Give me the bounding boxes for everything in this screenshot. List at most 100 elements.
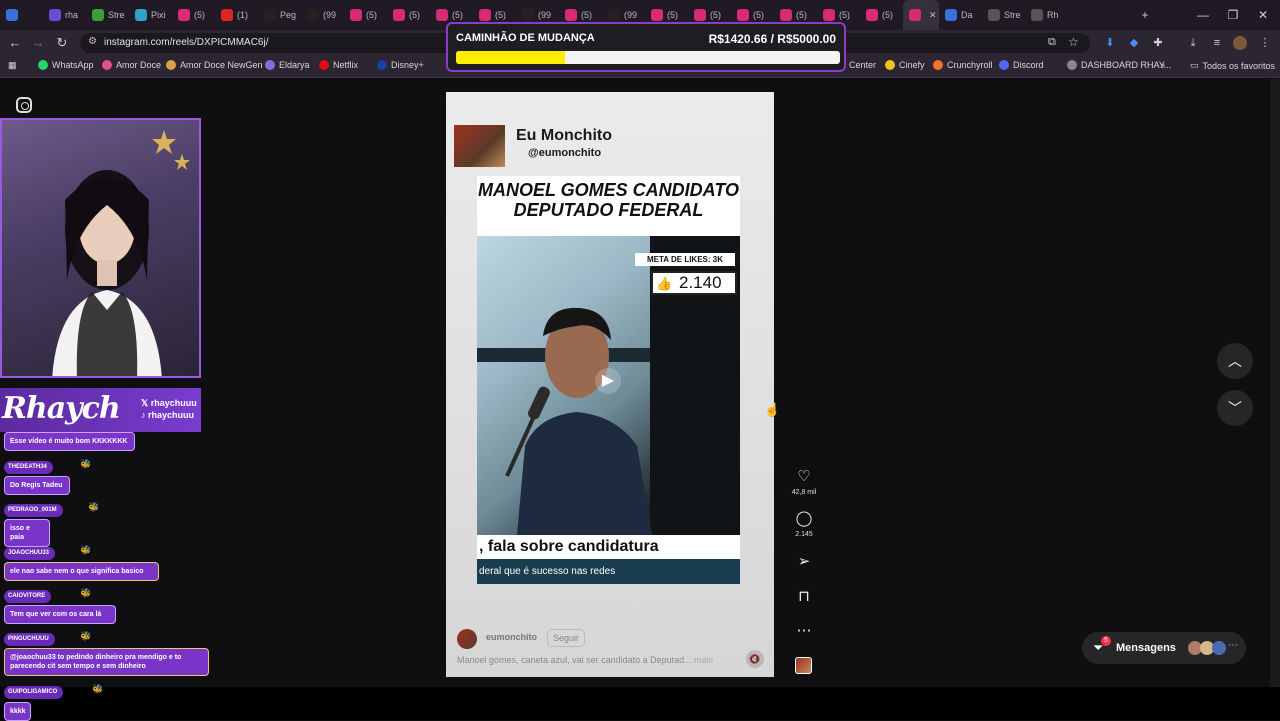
- bee-badge-icon: 🐝: [80, 631, 92, 641]
- browser-tab[interactable]: Peg: [258, 0, 301, 30]
- bookmark-icon[interactable]: ⊓: [793, 588, 815, 606]
- bee-badge-icon: 🐝: [80, 588, 92, 598]
- share-icon[interactable]: ➢: [793, 553, 815, 571]
- browser-tab[interactable]: ✕: [903, 0, 939, 30]
- new-tab-button[interactable]: +: [1130, 0, 1160, 30]
- tab-favicon-icon: [737, 9, 749, 21]
- browser-tab[interactable]: Stre: [982, 0, 1025, 30]
- chat-username: CAIOVITORE: [4, 590, 52, 603]
- browser-tab[interactable]: (5): [172, 0, 215, 30]
- bookmark-label: Cinefy: [899, 60, 925, 70]
- browser-tab[interactable]: (1): [215, 0, 258, 30]
- scrollbar[interactable]: [1270, 79, 1280, 687]
- browser-tab[interactable]: Pixi: [129, 0, 172, 30]
- comment-icon[interactable]: ◯: [793, 510, 815, 528]
- close-window-button[interactable]: ✕: [1248, 0, 1278, 30]
- bookmark-item[interactable]: Crunchyroll: [933, 60, 993, 70]
- browser-tab[interactable]: (5): [344, 0, 387, 30]
- browser-tab[interactable]: (5): [860, 0, 903, 30]
- forward-button[interactable]: →: [28, 34, 48, 52]
- reload-button[interactable]: ↻: [52, 34, 72, 52]
- puzzle-icon[interactable]: ✚: [1151, 36, 1165, 50]
- hand-cursor-icon: ☝: [764, 402, 781, 417]
- audio-thumbnail[interactable]: [795, 657, 812, 674]
- reel-video[interactable]: MANOEL GOMES CANDIDATO DEPUTADO FEDERAL …: [477, 176, 740, 584]
- tab-favicon-icon: [694, 9, 706, 21]
- footer-username[interactable]: eumonchito: [486, 632, 537, 642]
- chat-username: PINGUCHUUU: [4, 633, 55, 646]
- chevron-down-icon[interactable]: ﹀: [1217, 390, 1253, 426]
- tab-label: (5): [839, 10, 850, 20]
- media-controls-icon[interactable]: ≡: [1210, 36, 1224, 50]
- donation-goal: CAMINHÃO DE MUDANÇA R$1420.66 / R$5000.0…: [446, 22, 846, 72]
- tab-label: (5): [194, 10, 205, 20]
- url-text: instagram.com/reels/DXPICMMAC6j/: [104, 37, 269, 48]
- author-avatar[interactable]: [454, 125, 505, 167]
- bookmark-item[interactable]: Disney+: [377, 60, 424, 70]
- author-name[interactable]: Eu Monchito: [516, 127, 612, 145]
- close-tab-icon[interactable]: ✕: [929, 10, 937, 21]
- messages-button[interactable]: ⏷ 5 Mensagens ⋯: [1082, 632, 1246, 664]
- bookmark-item[interactable]: Amor Doce NewGen: [166, 60, 263, 70]
- reel-description[interactable]: Manoel gomes, caneta azul, vai ser candi…: [457, 655, 727, 665]
- bookmark-item[interactable]: DASHBOARD RHAY...: [1067, 60, 1171, 70]
- webcam-overlay: [0, 118, 201, 378]
- browser-tab[interactable]: Da: [939, 0, 982, 30]
- menu-icon[interactable]: ⋮: [1258, 36, 1272, 50]
- back-button[interactable]: ←: [5, 34, 25, 52]
- bee-badge-icon: 🐝: [80, 459, 92, 469]
- bookmark-item[interactable]: Amor Doce: [102, 60, 161, 70]
- bookmark-label: Discord: [1013, 60, 1044, 70]
- bookmark-item[interactable]: Discord: [999, 60, 1044, 70]
- heart-icon[interactable]: ♡: [793, 468, 815, 486]
- download-ext-icon[interactable]: ⬇: [1103, 36, 1117, 50]
- tab-label: (5): [753, 10, 764, 20]
- more-icon[interactable]: ⋯: [793, 622, 815, 640]
- bookmark-item[interactable]: WhatsApp: [38, 60, 94, 70]
- browser-tab[interactable]: Rh: [1025, 0, 1068, 30]
- browser-tab[interactable]: [0, 0, 43, 30]
- chat-username: JOAOCHUU33: [4, 547, 56, 560]
- tab-favicon-icon: [307, 9, 319, 21]
- folder-icon: ▭: [1190, 60, 1199, 70]
- twitter-handle: 𝕏 rhaychuuu: [141, 398, 197, 408]
- install-app-icon[interactable]: ⧉: [1048, 36, 1056, 49]
- follow-button[interactable]: Seguir: [547, 629, 585, 647]
- instagram-icon[interactable]: [16, 97, 32, 113]
- bookmark-item[interactable]: Eldarya: [265, 60, 310, 70]
- apps-icon[interactable]: ▦: [8, 60, 17, 71]
- extension-icon[interactable]: ◆: [1127, 36, 1141, 50]
- profile-avatar[interactable]: [1233, 36, 1247, 50]
- footer-avatar[interactable]: [457, 629, 477, 649]
- bee-badge-icon: 🐝: [80, 545, 92, 555]
- bookmark-item[interactable]: Cinefy: [885, 60, 925, 70]
- browser-tab[interactable]: Stre: [86, 0, 129, 30]
- downloads-icon[interactable]: ⤓: [1186, 36, 1200, 50]
- chat-username: THEDEATH34: [4, 461, 53, 474]
- tab-label: (99: [624, 10, 638, 20]
- tab-favicon-icon: [780, 9, 792, 21]
- bookmark-item[interactable]: Netflix: [319, 60, 358, 70]
- chevron-up-icon[interactable]: ︿: [1217, 343, 1253, 379]
- brand-logo: Rhaych: [2, 391, 121, 426]
- minimize-button[interactable]: —: [1188, 0, 1218, 30]
- more-bookmarks-icon[interactable]: »: [1160, 60, 1165, 70]
- tab-label: Stre: [1004, 10, 1021, 20]
- star-icon[interactable]: ☆: [1068, 35, 1079, 49]
- tab-favicon-icon: [264, 9, 276, 21]
- bookmark-icon: [885, 60, 895, 70]
- all-bookmarks-folder[interactable]: ▭ Todos os favoritos: [1190, 60, 1275, 71]
- reel-card[interactable]: Eu Monchito @eumonchito MANOEL GOMES CAN…: [446, 92, 774, 677]
- bookmark-item[interactable]: Center: [849, 60, 876, 70]
- tab-favicon-icon: [221, 9, 233, 21]
- maximize-button[interactable]: ❐: [1218, 0, 1248, 30]
- more-link[interactable]: mais: [694, 655, 713, 665]
- mute-icon[interactable]: 🔇: [746, 650, 764, 668]
- browser-tab[interactable]: (99: [301, 0, 344, 30]
- site-info-icon[interactable]: ⚙: [88, 36, 97, 47]
- browser-tab[interactable]: rha: [43, 0, 86, 30]
- browser-tab[interactable]: (5): [387, 0, 430, 30]
- bookmark-icon: [38, 60, 48, 70]
- play-icon[interactable]: ▶: [595, 368, 621, 394]
- tab-favicon-icon: [92, 9, 104, 21]
